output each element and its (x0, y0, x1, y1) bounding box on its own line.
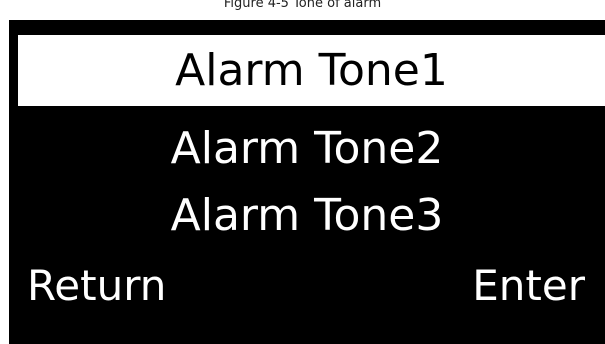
menu-item-alarm-tone-1[interactable]: Alarm Tone1 (18, 35, 605, 106)
device-screen: Alarm Tone1 Alarm Tone2 Alarm Tone3 Retu… (9, 20, 605, 344)
enter-button[interactable]: Enter (472, 256, 585, 316)
figure-caption: Figure 4-5 Tone of alarm (223, 0, 382, 11)
menu-item-alarm-tone-3[interactable]: Alarm Tone3 (9, 180, 605, 251)
return-button[interactable]: Return (27, 256, 166, 316)
menu-item-alarm-tone-2[interactable]: Alarm Tone2 (9, 113, 605, 184)
